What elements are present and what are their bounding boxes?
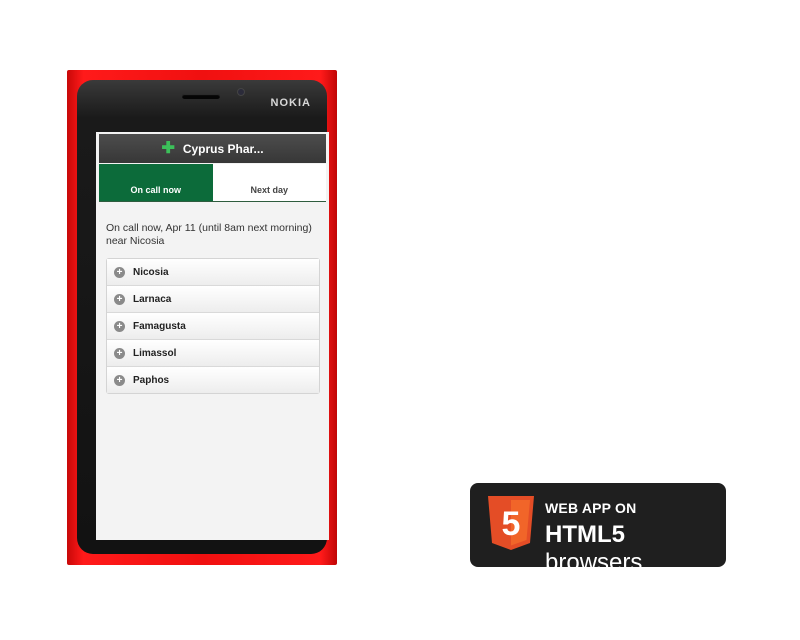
tab-next-day[interactable]: Next day — [212, 164, 326, 201]
badge-caption: WEB APP ON — [545, 500, 637, 516]
html5-web-app-badge[interactable]: 5 WEB APP ON HTML5 browsers — [470, 483, 726, 576]
city-label: Famagusta — [133, 320, 186, 332]
city-label: Limassol — [133, 347, 177, 359]
expand-plus-icon: + — [114, 374, 125, 386]
list-item-limassol[interactable]: + Limassol — [107, 340, 319, 367]
city-label: Nicosia — [133, 266, 169, 278]
badge-title: HTML5 browsers — [545, 521, 726, 577]
phone-brand-logo: NOKIA — [270, 97, 311, 109]
phone-face: NOKIA ✚ Cyprus Phar... On call now Next … — [77, 80, 329, 554]
tab-label: On call now — [130, 185, 181, 195]
list-item-larnaca[interactable]: + Larnaca — [107, 286, 319, 313]
expand-plus-icon: + — [114, 293, 125, 305]
tab-on-call-now[interactable]: On call now — [99, 164, 213, 201]
earpiece — [182, 94, 220, 99]
expand-plus-icon: + — [114, 347, 125, 359]
plus-icon: ✚ — [161, 139, 175, 157]
tab-label: Next day — [250, 185, 289, 195]
list-item-nicosia[interactable]: + Nicosia — [107, 259, 319, 286]
tab-bar: On call now Next day — [99, 164, 326, 202]
expand-plus-icon: + — [114, 266, 125, 278]
app-screen: ✚ Cyprus Phar... On call now Next day On… — [96, 132, 329, 540]
badge-html5-text: HTML5 — [545, 521, 625, 548]
svg-text:5: 5 — [502, 505, 521, 543]
html5-shield-icon: 5 — [488, 496, 534, 550]
app-header: ✚ Cyprus Phar... — [99, 134, 326, 163]
list-item-paphos[interactable]: + Paphos — [107, 367, 319, 393]
list-item-famagusta[interactable]: + Famagusta — [107, 313, 319, 340]
badge-browsers-text: browsers — [545, 549, 643, 576]
on-call-description: On call now, Apr 11 (until 8am next morn… — [106, 222, 312, 247]
phone-frame: NOKIA ✚ Cyprus Phar... On call now Next … — [67, 70, 337, 565]
city-list: + Nicosia + Larnaca + Famagusta + Limass… — [106, 258, 320, 394]
city-label: Larnaca — [133, 293, 172, 305]
front-camera — [237, 88, 245, 96]
city-label: Paphos — [133, 374, 170, 386]
expand-plus-icon: + — [114, 320, 125, 332]
app-title: Cyprus Phar... — [182, 141, 264, 156]
